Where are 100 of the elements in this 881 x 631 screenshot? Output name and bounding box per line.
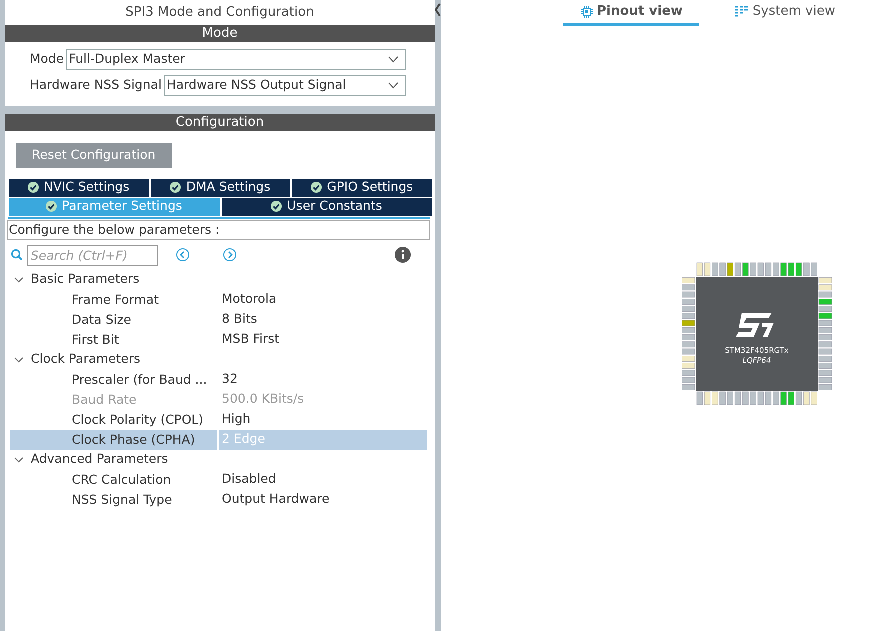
chevron-down-icon — [388, 82, 399, 88]
pin[interactable] — [818, 348, 832, 354]
pin[interactable] — [682, 327, 696, 333]
pin[interactable] — [696, 391, 703, 405]
pin[interactable] — [818, 370, 832, 376]
pin[interactable] — [682, 298, 696, 304]
pin[interactable] — [682, 277, 696, 283]
pin[interactable] — [758, 391, 764, 405]
parameter-value[interactable]: Output Hardware — [219, 490, 330, 510]
pin[interactable] — [682, 376, 696, 383]
nss-dropdown[interactable]: Hardware NSS Output Signal — [164, 74, 406, 96]
pin[interactable] — [804, 262, 810, 276]
mode-dropdown[interactable]: Full-Duplex Master — [66, 48, 406, 70]
search-icon[interactable] — [11, 249, 23, 262]
pin[interactable] — [818, 284, 832, 290]
pin[interactable] — [682, 341, 696, 348]
pin[interactable] — [682, 284, 696, 290]
pin[interactable] — [818, 277, 832, 283]
check-icon — [311, 182, 322, 194]
pin[interactable] — [780, 391, 787, 405]
pin[interactable] — [811, 262, 818, 276]
next-icon[interactable] — [223, 248, 237, 262]
settings-tab[interactable]: User Constants — [220, 198, 433, 217]
view-tab[interactable]: Pinout view — [563, 0, 699, 26]
pin[interactable] — [682, 362, 696, 368]
pin[interactable] — [712, 262, 718, 276]
caret-icon[interactable] — [14, 354, 24, 365]
pin[interactable] — [818, 356, 832, 362]
pin[interactable] — [765, 262, 772, 276]
parameter-value[interactable]: High — [219, 410, 251, 430]
parameter-value[interactable]: Disabled — [219, 470, 276, 490]
pin[interactable] — [682, 348, 696, 354]
pin[interactable] — [682, 320, 696, 326]
settings-tab[interactable]: NVIC Settings — [8, 178, 150, 198]
pin[interactable] — [818, 320, 832, 326]
check-icon — [271, 201, 282, 212]
pin[interactable] — [818, 327, 832, 333]
pin[interactable] — [750, 262, 756, 276]
pin[interactable] — [818, 362, 832, 368]
pin[interactable] — [742, 391, 749, 405]
check-icon — [170, 182, 182, 194]
search-field[interactable]: Search (Ctrl+F) — [27, 244, 158, 266]
view-tab[interactable]: System view — [716, 0, 852, 26]
pin[interactable] — [712, 391, 718, 405]
pin[interactable] — [788, 262, 794, 276]
pin[interactable] — [734, 262, 742, 276]
pin[interactable] — [727, 391, 734, 405]
pin[interactable] — [727, 262, 734, 276]
info-icon[interactable] — [395, 247, 411, 264]
pin[interactable] — [720, 262, 726, 276]
pin[interactable] — [696, 262, 703, 276]
parameter-value[interactable]: MSB First — [219, 330, 280, 350]
pin[interactable] — [734, 391, 742, 405]
pin[interactable] — [682, 334, 696, 340]
pin[interactable] — [788, 391, 794, 405]
caret-icon[interactable] — [14, 274, 24, 285]
pin[interactable] — [758, 262, 764, 276]
pin[interactable] — [818, 312, 832, 319]
settings-tab[interactable]: DMA Settings — [150, 178, 292, 198]
pin[interactable] — [682, 356, 696, 362]
pin[interactable] — [818, 376, 832, 383]
pin[interactable] — [780, 262, 787, 276]
pin[interactable] — [682, 306, 696, 312]
pin[interactable] — [818, 334, 832, 340]
pin[interactable] — [773, 391, 780, 405]
panel-title: SPI3 Mode and Configuration — [124, 4, 316, 22]
parameter-value[interactable]: 32 — [219, 370, 238, 390]
pin[interactable] — [765, 391, 772, 405]
pin[interactable] — [811, 391, 818, 405]
pin[interactable] — [682, 370, 696, 376]
pin[interactable] — [773, 262, 780, 276]
pin[interactable] — [818, 341, 832, 348]
settings-tab[interactable]: GPIO Settings — [291, 178, 434, 198]
pin[interactable] — [818, 298, 832, 304]
pin[interactable] — [742, 262, 749, 276]
pin[interactable] — [682, 291, 696, 298]
pin[interactable] — [796, 391, 802, 405]
parameter-value: 500.0 KBits/s — [221, 390, 304, 408]
parameter-name: Baud Rate — [71, 390, 138, 409]
pin[interactable] — [720, 391, 726, 405]
section-header: Configuration — [5, 114, 435, 131]
pin[interactable] — [750, 391, 756, 405]
parameter-value[interactable]: 8 Bits — [219, 310, 258, 330]
pin[interactable] — [804, 391, 810, 405]
section-header: Mode — [5, 25, 435, 42]
parameter-value[interactable]: Motorola — [219, 290, 277, 310]
parameter-name: CRC Calculation — [71, 470, 172, 489]
pin[interactable] — [818, 306, 832, 312]
pin[interactable] — [682, 312, 696, 319]
pin[interactable] — [704, 391, 711, 405]
pin[interactable] — [796, 262, 802, 276]
pin[interactable] — [682, 384, 696, 390]
parameter-name: NSS Signal Type — [71, 490, 174, 509]
parameter-name: Prescaler (for Baud ... — [71, 370, 208, 389]
previous-icon[interactable] — [176, 248, 190, 262]
pin[interactable] — [704, 262, 711, 276]
selected-row[interactable]: Clock Phase (CPHA) 2 Edge — [10, 430, 427, 450]
pin[interactable] — [818, 384, 832, 390]
caret-icon[interactable] — [14, 454, 24, 465]
pin[interactable] — [818, 291, 832, 298]
